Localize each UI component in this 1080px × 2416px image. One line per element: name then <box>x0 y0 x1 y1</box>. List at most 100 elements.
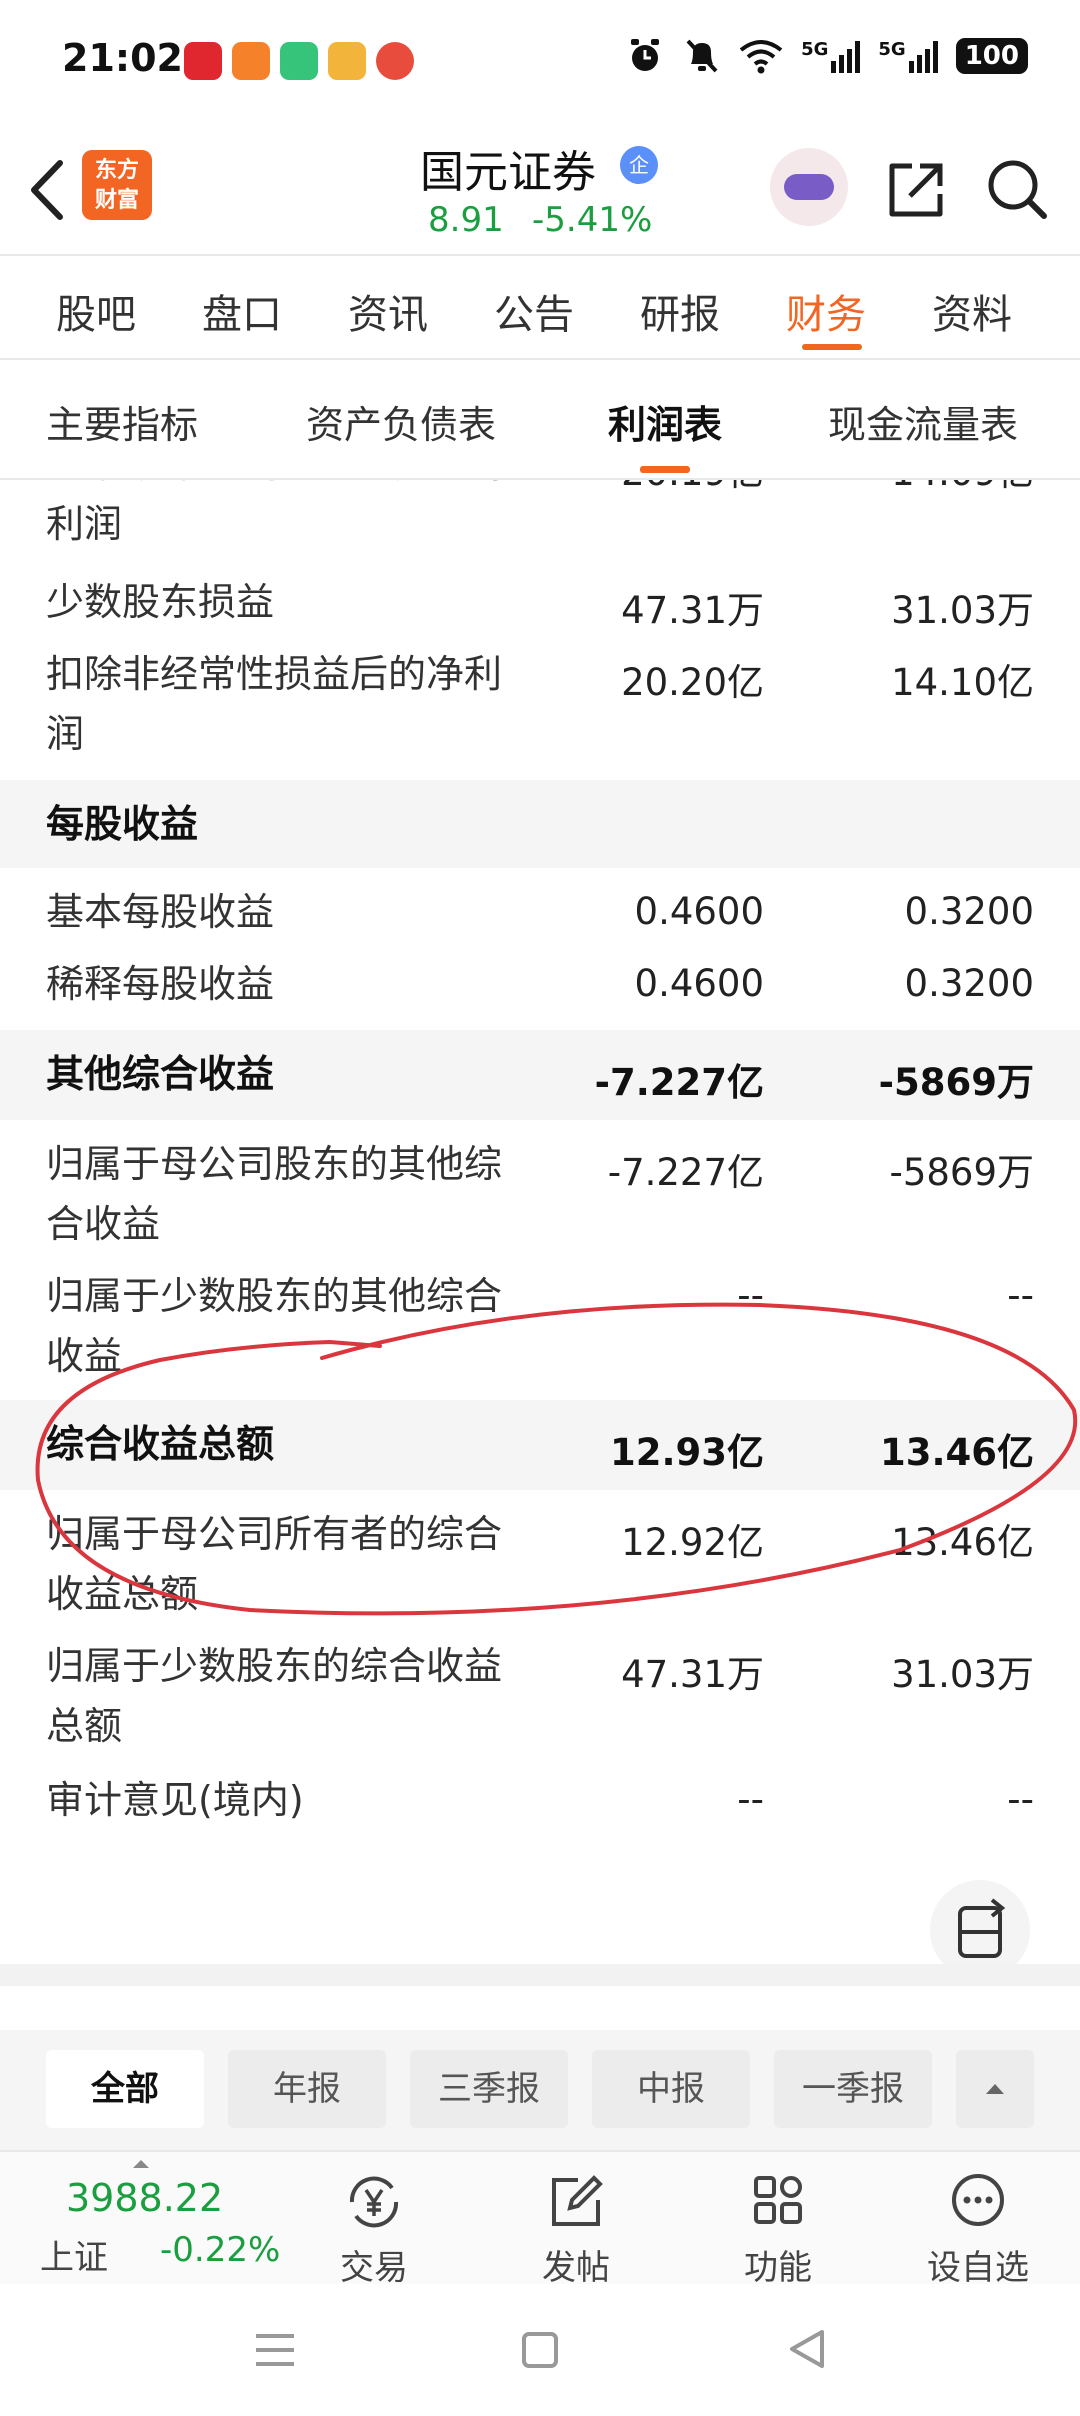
status-indicators: 5G 5G 100 <box>625 36 1028 76</box>
period-annual-button[interactable]: 年报 <box>228 2050 386 2128</box>
red-circle-annotation <box>35 1302 1078 1616</box>
alarm-icon <box>631 39 660 71</box>
nav-post[interactable]: 发帖 <box>506 2160 646 2288</box>
home-square-icon[interactable] <box>518 2328 562 2372</box>
battery-indicator: 100 <box>955 38 1028 74</box>
ai-assistant-icon[interactable] <box>770 148 848 226</box>
nav-label: 功能 <box>744 2248 812 2288</box>
nav-label: 交易 <box>340 2248 408 2288</box>
row-label: 扣除非经常性损益后的净利润 <box>46 652 503 756</box>
row-label: 少数股东损益 <box>46 580 275 624</box>
section-separator <box>0 1964 1080 1986</box>
income-statement-table: 其中:归属于母公司股东的净利润 20.19亿 14.09亿 少数股东损益 47.… <box>0 480 1080 1960</box>
row-value-col1: 47.31万 <box>621 589 764 632</box>
notification-app-icon <box>328 42 366 80</box>
row-label: 基本每股收益 <box>46 890 275 934</box>
row-value-col1: 20.20亿 <box>621 661 764 704</box>
header-divider <box>0 254 1080 256</box>
notification-app-icon <box>280 42 318 80</box>
network-type: 5G <box>801 39 829 60</box>
row-value-col2: 14.10亿 <box>891 661 1034 704</box>
back-arrow-icon[interactable] <box>22 155 72 225</box>
table-row: 少数股东损益 47.31万 31.03万 <box>0 572 1080 638</box>
section-row-eps: 每股收益 <box>0 780 1080 868</box>
signal-5g-icon-2: 5G <box>878 39 938 73</box>
nav-trade[interactable]: 交易 <box>304 2160 444 2288</box>
table-row: 归属于少数股东的综合收益总额 47.31万 31.03万 <box>0 1636 1080 1764</box>
tab-guba[interactable]: 股吧 <box>56 282 136 340</box>
period-filter-bar: 全部 年报 三季报 中报 一季报 <box>0 2030 1080 2150</box>
row-label: 归属于母公司股东的其他综合收益 <box>46 1142 503 1246</box>
more-dots-icon <box>952 2174 1004 2226</box>
section-value-col1: -7.227亿 <box>594 1061 764 1104</box>
row-value-col2: 0.3200 <box>904 890 1034 933</box>
main-tabs: 股吧 盘口 资讯 公告 研报 财务 资料 <box>0 258 1080 358</box>
status-app-icons <box>184 42 414 80</box>
tab-balance-sheet[interactable]: 资产负债表 <box>306 394 496 449</box>
main-tab-indicator <box>802 344 862 350</box>
notification-app-icon <box>376 42 414 80</box>
network-type: 5G <box>878 39 906 60</box>
tab-income-statement[interactable]: 利润表 <box>608 394 722 449</box>
app-logo[interactable]: 东方 财富 <box>82 150 152 220</box>
yen-exchange-icon <box>349 2176 399 2228</box>
notification-app-icon <box>232 42 270 80</box>
row-value-col1: 0.4600 <box>634 962 764 1005</box>
stock-name: 国元证券 <box>420 147 596 198</box>
robot-face <box>784 174 834 200</box>
stock-change: -5.41% <box>532 200 653 240</box>
stock-price: 8.91 <box>428 200 504 240</box>
period-q3-button[interactable]: 三季报 <box>410 2050 568 2128</box>
grid-apps-icon <box>754 2176 802 2224</box>
tabs-divider <box>0 358 1080 360</box>
tab-research[interactable]: 研报 <box>640 282 720 340</box>
nav-add-watchlist[interactable]: 设自选 <box>908 2160 1048 2288</box>
section-row-oci: 其他综合收益 -7.227亿 -5869万 <box>0 1030 1080 1120</box>
wifi-icon <box>739 40 783 74</box>
period-interim-button[interactable]: 中报 <box>592 2050 750 2128</box>
signal-5g-icon: 5G <box>801 39 861 73</box>
row-value-col2: 14.09亿 <box>891 480 1034 496</box>
notification-app-icon <box>184 42 222 80</box>
back-triangle-icon[interactable] <box>784 2326 830 2372</box>
row-value-col2: -- <box>1007 1778 1034 1821</box>
tab-pankou[interactable]: 盘口 <box>202 282 282 340</box>
tab-key-indicators[interactable]: 主要指标 <box>46 394 198 449</box>
menu-icon[interactable] <box>250 2328 300 2372</box>
row-label: 其中:归属于母公司股东的净利润 <box>46 480 515 546</box>
index-value[interactable]: 3988.22 <box>66 2176 223 2220</box>
bottom-nav: 3988.22 上证 -0.22% 交易 发帖 功能 设自选 <box>0 2150 1080 2288</box>
row-value-col2: 31.03万 <box>891 589 1034 632</box>
table-row: 审计意见(境内) -- -- <box>0 1770 1080 1836</box>
mute-bell-icon <box>686 39 718 73</box>
section-label: 其他综合收益 <box>46 1052 275 1096</box>
logo-text-bottom: 财富 <box>94 188 139 213</box>
period-q1-button[interactable]: 一季报 <box>774 2050 932 2128</box>
tab-profile[interactable]: 资料 <box>932 282 1012 340</box>
tab-finance[interactable]: 财务 <box>786 282 866 340</box>
table-row: 稀释每股收益 0.4600 0.3200 <box>0 954 1080 1020</box>
nav-functions[interactable]: 功能 <box>708 2160 848 2288</box>
logo-text-top: 东方 <box>94 158 139 183</box>
row-value-col1: 20.19亿 <box>621 480 764 496</box>
table-row: 基本每股收益 0.4600 0.3200 <box>0 882 1080 948</box>
sub-tabs: 主要指标 资产负债表 利润表 现金流量表 <box>0 362 1080 480</box>
tab-news[interactable]: 资讯 <box>348 282 428 340</box>
stock-header: 东方 财富 国元证券 企 8.91 -5.41% <box>0 130 1080 250</box>
row-value-col1: 47.31万 <box>621 1653 764 1696</box>
table-row: 其中:归属于母公司股东的净利润 20.19亿 14.09亿 <box>0 480 1080 562</box>
tab-announcement[interactable]: 公告 <box>494 282 574 340</box>
index-name[interactable]: 上证 <box>40 2230 108 2279</box>
table-row: 扣除非经常性损益后的净利润 20.20亿 14.10亿 <box>0 644 1080 772</box>
index-change[interactable]: -0.22% <box>160 2230 280 2270</box>
row-value-col1: 0.4600 <box>634 890 764 933</box>
row-value-col1: -7.227亿 <box>607 1151 764 1194</box>
share-icon[interactable] <box>884 158 948 222</box>
tab-cash-flow[interactable]: 现金流量表 <box>828 394 1018 449</box>
period-all-button[interactable]: 全部 <box>46 2050 204 2128</box>
sub-tab-indicator <box>640 466 690 473</box>
search-icon[interactable] <box>984 156 1050 222</box>
row-value-col2: 31.03万 <box>891 1653 1034 1696</box>
collapse-button[interactable] <box>956 2050 1034 2128</box>
caret-up-small-icon <box>133 2160 149 2168</box>
